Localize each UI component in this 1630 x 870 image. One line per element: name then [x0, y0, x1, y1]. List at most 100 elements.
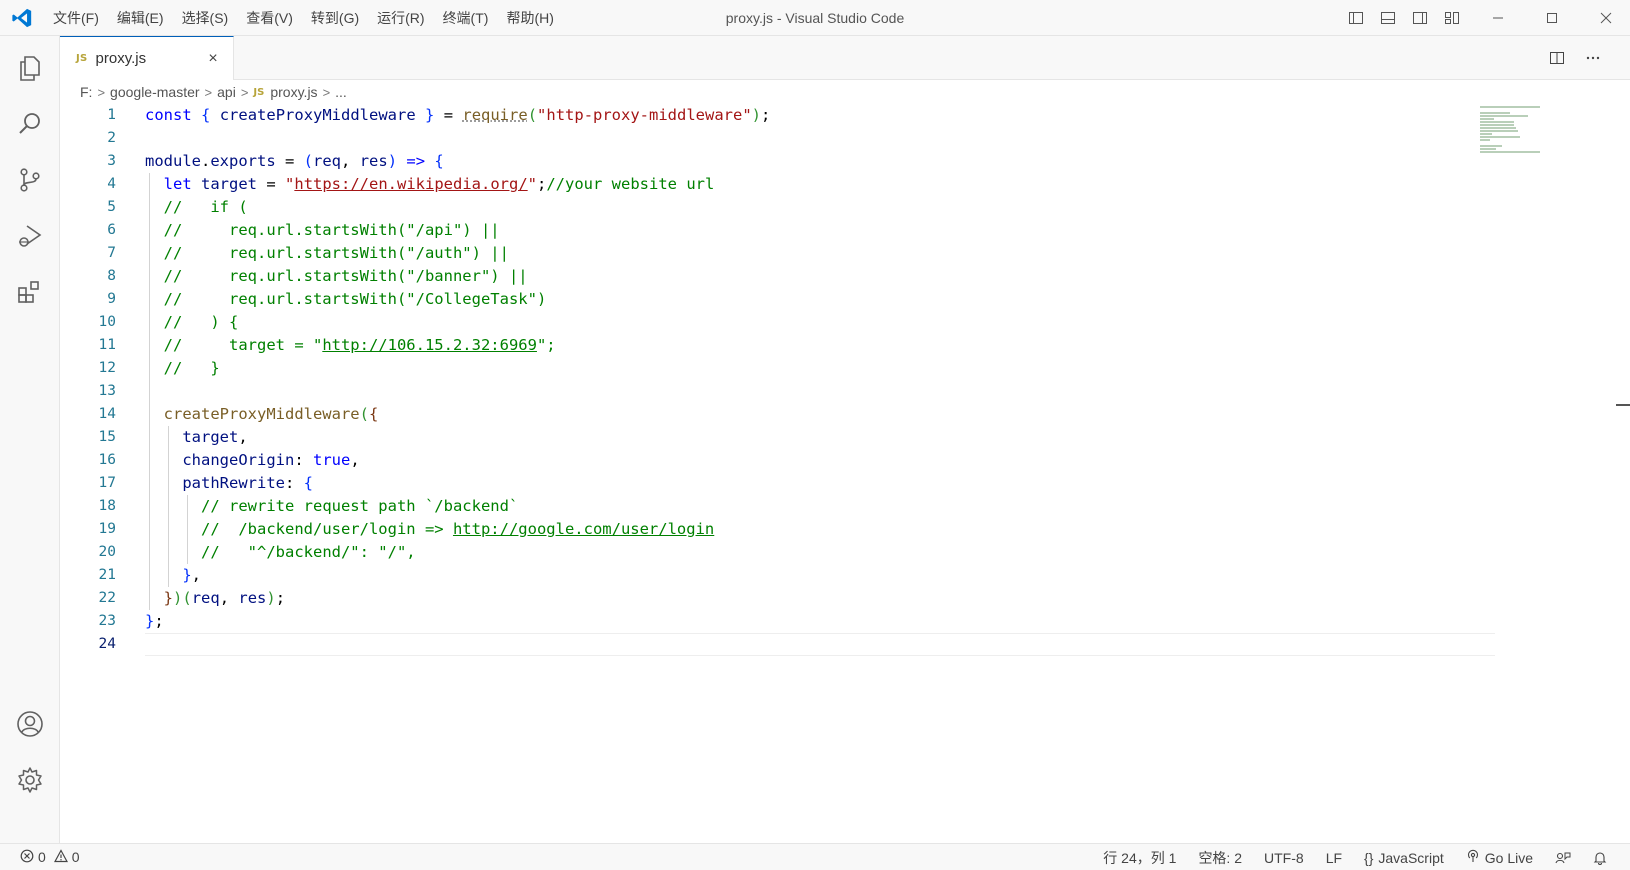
code-line: }, — [145, 564, 1545, 587]
language-mode[interactable]: {} JavaScript — [1353, 844, 1455, 870]
code-editor[interactable]: 1 2 3 4 5 6 7 8 9 10 11 12 13 14 15 16 1… — [60, 104, 1630, 843]
code-line: pathRewrite: { — [145, 472, 1545, 495]
code-line: // ) { — [145, 311, 1545, 334]
menu-view[interactable]: 查看(V) — [237, 0, 302, 36]
scrollbar-position-marker[interactable] — [1616, 404, 1630, 406]
menu-file[interactable]: 文件(F) — [44, 0, 108, 36]
status-bar: 0 0 行 24，列 1 空格: 2 UTF-8 LF {} JavaScrip… — [0, 843, 1630, 870]
settings-gear-icon[interactable] — [0, 752, 60, 808]
line-number: 7 — [60, 242, 124, 265]
line-number-gutter: 1 2 3 4 5 6 7 8 9 10 11 12 13 14 15 16 1… — [60, 104, 124, 656]
indentation[interactable]: 空格: 2 — [1187, 844, 1253, 870]
line-number: 3 — [60, 150, 124, 173]
search-icon[interactable] — [0, 96, 60, 152]
go-live-label: Go Live — [1485, 850, 1533, 866]
code-line: // target = "http://106.15.2.32:6969"; — [145, 334, 1545, 357]
problems-indicator[interactable]: 0 0 — [0, 849, 80, 866]
accounts-feedback-icon[interactable] — [1544, 844, 1582, 870]
javascript-file-icon: JS — [76, 53, 88, 64]
extensions-icon[interactable] — [0, 264, 60, 320]
code-line: module.exports = (req, res) => { — [145, 150, 1545, 173]
breadcrumb-drive[interactable]: F: — [80, 84, 92, 100]
line-number: 15 — [60, 426, 124, 449]
cursor-position[interactable]: 行 24，列 1 — [1092, 844, 1187, 870]
code-line: changeOrigin: true, — [145, 449, 1545, 472]
toggle-panel-icon[interactable] — [1372, 0, 1404, 36]
code-lines[interactable]: const { createProxyMiddleware } = requir… — [145, 104, 1545, 656]
minimize-icon[interactable] — [1474, 0, 1522, 36]
line-number-active: 24 — [60, 633, 124, 656]
line-number: 13 — [60, 380, 124, 403]
split-editor-icon[interactable] — [1546, 47, 1568, 69]
code-line: // "^/backend/": "/", — [145, 541, 1545, 564]
breadcrumb-folder-api[interactable]: api — [217, 84, 236, 100]
menu-terminal[interactable]: 终端(T) — [434, 0, 498, 36]
line-number: 9 — [60, 288, 124, 311]
broadcast-icon — [1466, 849, 1480, 866]
line-number: 20 — [60, 541, 124, 564]
encoding[interactable]: UTF-8 — [1253, 844, 1315, 870]
line-number: 23 — [60, 610, 124, 633]
menu-selection[interactable]: 选择(S) — [173, 0, 238, 36]
maximize-icon[interactable] — [1528, 0, 1576, 36]
line-number: 22 — [60, 587, 124, 610]
menu-help[interactable]: 帮助(H) — [497, 0, 562, 36]
line-number: 11 — [60, 334, 124, 357]
source-control-icon[interactable] — [0, 152, 60, 208]
menu-bar: 文件(F) 编辑(E) 选择(S) 查看(V) 转到(G) 运行(R) 终端(T… — [44, 0, 563, 36]
warning-icon — [54, 849, 68, 866]
title-actions — [1340, 0, 1630, 36]
chevron-right-icon: > — [205, 85, 213, 100]
line-number: 10 — [60, 311, 124, 334]
breadcrumb-folder-google-master[interactable]: google-master — [110, 84, 200, 100]
language-label: JavaScript — [1378, 850, 1443, 866]
code-line: // } — [145, 357, 1545, 380]
close-icon[interactable]: × — [203, 49, 223, 69]
toggle-primary-sidebar-icon[interactable] — [1340, 0, 1372, 36]
more-actions-icon[interactable] — [1582, 47, 1604, 69]
menu-run[interactable]: 运行(R) — [368, 0, 433, 36]
title-bar: 文件(F) 编辑(E) 选择(S) 查看(V) 转到(G) 运行(R) 终端(T… — [0, 0, 1630, 36]
line-number: 1 — [60, 104, 124, 127]
editor-actions — [1546, 36, 1604, 80]
code-line: createProxyMiddleware({ — [145, 403, 1545, 426]
code-line: // if ( — [145, 196, 1545, 219]
breadcrumb-file[interactable]: proxy.js — [270, 84, 317, 100]
code-line: let target = "https://en.wikipedia.org/"… — [145, 173, 1545, 196]
end-of-line[interactable]: LF — [1315, 844, 1353, 870]
status-bar-right: 行 24，列 1 空格: 2 UTF-8 LF {} JavaScript Go… — [1092, 844, 1618, 870]
toggle-secondary-sidebar-icon[interactable] — [1404, 0, 1436, 36]
explorer-icon[interactable] — [0, 40, 60, 96]
menu-go[interactable]: 转到(G) — [302, 0, 368, 36]
code-line: target, — [145, 426, 1545, 449]
code-line: })(req, res); — [145, 587, 1545, 610]
code-line-current — [145, 633, 1495, 656]
accounts-icon[interactable] — [0, 696, 60, 752]
line-number: 18 — [60, 495, 124, 518]
code-line: // req.url.startsWith("/banner") || — [145, 265, 1545, 288]
go-live-button[interactable]: Go Live — [1455, 844, 1544, 870]
customize-layout-icon[interactable] — [1436, 0, 1468, 36]
line-number: 12 — [60, 357, 124, 380]
tab-label: proxy.js — [96, 50, 147, 67]
notifications-bell-icon[interactable] — [1582, 844, 1618, 870]
code-line — [145, 127, 1545, 150]
code-line — [145, 380, 1545, 403]
close-window-icon[interactable] — [1582, 0, 1630, 36]
activity-bar — [0, 36, 60, 843]
breadcrumb-more[interactable]: ... — [335, 84, 347, 100]
editor-tabs: JS proxy.js × — [60, 36, 1630, 80]
chevron-right-icon: > — [241, 85, 249, 100]
code-line: // req.url.startsWith("/auth") || — [145, 242, 1545, 265]
line-number: 17 — [60, 472, 124, 495]
line-number: 16 — [60, 449, 124, 472]
code-line: // rewrite request path `/backend` — [145, 495, 1545, 518]
code-line: // /backend/user/login => http://google.… — [145, 518, 1545, 541]
braces-icon: {} — [1364, 850, 1373, 866]
code-line: const { createProxyMiddleware } = requir… — [145, 104, 1545, 127]
tab-proxy-js[interactable]: JS proxy.js × — [60, 36, 234, 80]
minimap[interactable] — [1480, 106, 1560, 156]
menu-edit[interactable]: 编辑(E) — [108, 0, 173, 36]
run-debug-icon[interactable] — [0, 208, 60, 264]
error-icon — [20, 849, 34, 866]
